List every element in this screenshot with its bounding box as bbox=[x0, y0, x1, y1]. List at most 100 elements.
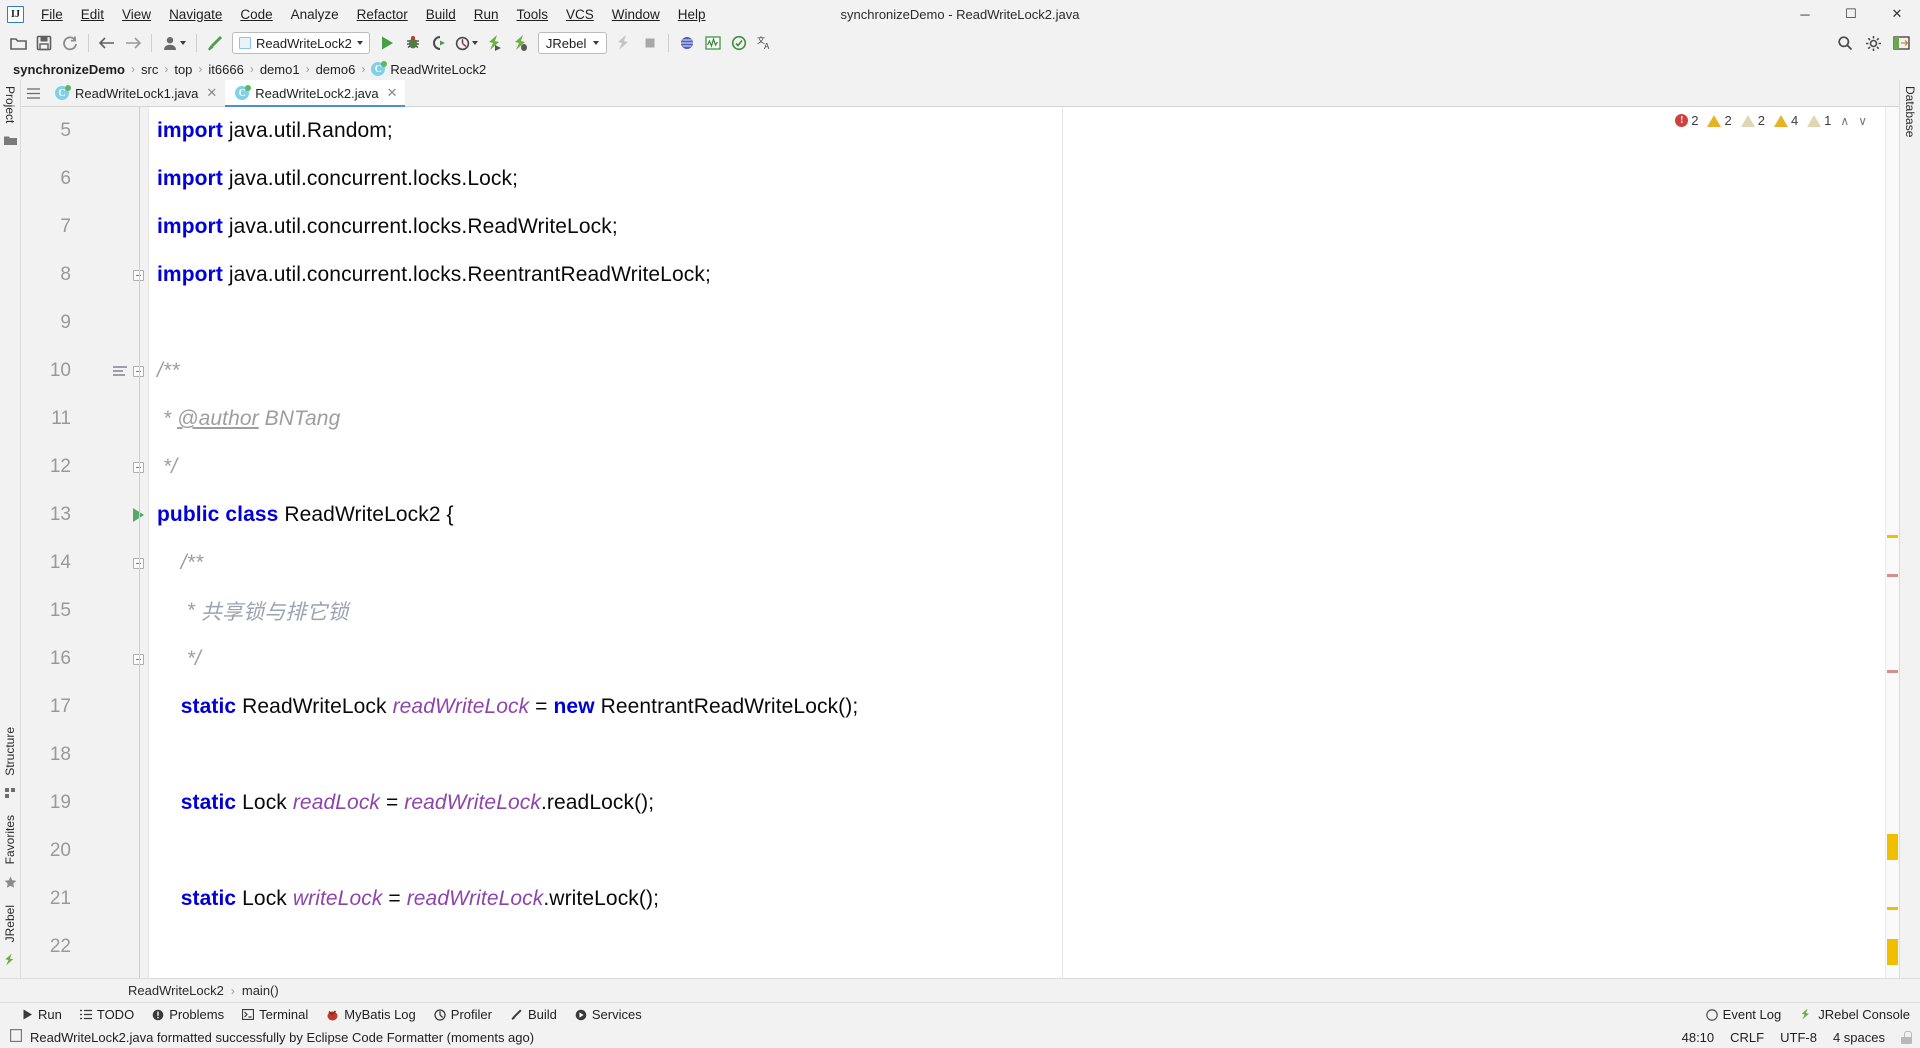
breadcrumb-it6666[interactable]: it6666 bbox=[203, 62, 248, 77]
close-icon[interactable]: ✕ bbox=[387, 85, 398, 101]
editor-gutter[interactable]: 5 6 7 8 9 10 11 12 13 14 15 16 17 18 19 20 21 22 bbox=[21, 107, 149, 978]
sidebar-item-database[interactable]: Database bbox=[1900, 80, 1920, 143]
previous-problem-icon[interactable]: ∧ bbox=[1840, 114, 1849, 128]
menu-code[interactable]: Code bbox=[231, 3, 281, 26]
next-problem-icon[interactable]: ∨ bbox=[1858, 114, 1867, 128]
breadcrumb-class-name[interactable]: ReadWriteLock2 bbox=[128, 983, 224, 998]
breadcrumb-top[interactable]: top bbox=[169, 62, 197, 77]
error-stripe-mark[interactable] bbox=[1887, 907, 1898, 910]
gutter-line[interactable]: 17 bbox=[21, 683, 148, 731]
menu-edit[interactable]: Edit bbox=[72, 3, 113, 26]
minimize-button[interactable]: ─ bbox=[1782, 0, 1828, 28]
tool-window-run[interactable]: Run bbox=[22, 1007, 62, 1022]
code-line[interactable]: * 共享锁与排它锁 bbox=[149, 587, 1899, 635]
menu-build[interactable]: Build bbox=[417, 3, 465, 26]
gutter-line[interactable]: 21 bbox=[21, 875, 148, 923]
gutter-line[interactable]: 9 bbox=[21, 299, 148, 347]
gutter-line[interactable]: 6 bbox=[21, 155, 148, 203]
maximize-button[interactable]: ☐ bbox=[1828, 0, 1874, 28]
tool-window-services[interactable]: Services bbox=[575, 1007, 642, 1022]
profiler-chart-icon[interactable] bbox=[700, 31, 726, 55]
run-icon[interactable] bbox=[374, 31, 400, 55]
sidebar-item-project[interactable]: Project bbox=[0, 80, 20, 129]
code-line[interactable]: /** bbox=[149, 347, 1899, 395]
search-everywhere-icon[interactable] bbox=[1832, 31, 1858, 55]
menu-refactor[interactable]: Refactor bbox=[348, 3, 417, 26]
tool-window-jrebel-console[interactable]: JRebel Console bbox=[1799, 1007, 1910, 1022]
breadcrumb-class[interactable]: C ReadWriteLock2 bbox=[366, 61, 491, 77]
code-line[interactable]: import java.util.concurrent.locks.ReadWr… bbox=[149, 203, 1899, 251]
breadcrumb-demo6[interactable]: demo6 bbox=[311, 62, 361, 77]
sync-icon[interactable] bbox=[57, 31, 83, 55]
code-line[interactable] bbox=[149, 299, 1899, 347]
tool-window-profiler[interactable]: Profiler bbox=[434, 1007, 492, 1022]
menu-window[interactable]: Window bbox=[603, 3, 669, 26]
menu-tools[interactable]: Tools bbox=[508, 3, 558, 26]
code-line[interactable]: static Lock readLock = readWriteLock .rea… bbox=[149, 779, 1899, 827]
tool-window-terminal[interactable]: Terminal bbox=[242, 1007, 308, 1022]
gutter-line[interactable]: 7 bbox=[21, 203, 148, 251]
sidebar-item-jrebel[interactable]: JRebel bbox=[0, 899, 20, 948]
code-line[interactable]: public class ReadWriteLock2 { bbox=[149, 491, 1899, 539]
attach-icon[interactable] bbox=[611, 31, 637, 55]
gutter-line[interactable]: 15 bbox=[21, 587, 148, 635]
error-stripe-mark[interactable] bbox=[1887, 939, 1898, 965]
stretch-layout-icon[interactable] bbox=[1888, 31, 1914, 55]
code-line[interactable]: */ bbox=[149, 443, 1899, 491]
tool-window-todo[interactable]: TODO bbox=[79, 1007, 134, 1022]
tabs-overflow-icon[interactable] bbox=[21, 80, 45, 106]
menu-analyze[interactable]: Analyze bbox=[282, 3, 348, 26]
gutter-line[interactable]: 14 bbox=[21, 539, 148, 587]
code-line[interactable]: static ReadWriteLock readWriteLock = new… bbox=[149, 683, 1899, 731]
stop-icon[interactable] bbox=[637, 31, 663, 55]
jrebel-run-icon[interactable] bbox=[482, 31, 508, 55]
tool-window-event-log[interactable]: Event Log bbox=[1705, 1007, 1781, 1022]
file-encoding[interactable]: UTF-8 bbox=[1780, 1030, 1817, 1045]
forward-arrow-icon[interactable] bbox=[120, 31, 146, 55]
menu-view[interactable]: View bbox=[113, 3, 160, 26]
code-line[interactable] bbox=[149, 923, 1899, 971]
gutter-line[interactable]: 5 bbox=[21, 107, 148, 155]
debug-icon[interactable] bbox=[400, 31, 426, 55]
error-stripe-scrollbar[interactable] bbox=[1885, 107, 1899, 978]
code-line[interactable] bbox=[149, 827, 1899, 875]
run-configuration-selector[interactable]: ReadWriteLock2 bbox=[232, 32, 370, 54]
lock-icon[interactable] bbox=[1901, 1030, 1912, 1044]
tool-window-problems[interactable]: Problems bbox=[152, 1007, 224, 1022]
settings-gear-icon[interactable] bbox=[1860, 31, 1886, 55]
gutter-line[interactable]: 20 bbox=[21, 827, 148, 875]
tool-window-mybatis-log[interactable]: MyBatis Log bbox=[326, 1007, 416, 1022]
build-hammer-icon[interactable] bbox=[202, 31, 228, 55]
code-line[interactable]: import java.util.Random; bbox=[149, 107, 1899, 155]
inspection-icon[interactable] bbox=[726, 31, 752, 55]
gutter-line[interactable]: 18 bbox=[21, 731, 148, 779]
inspection-widget[interactable]: ! 2 2 2 4 1 ∧ ∨ bbox=[1675, 113, 1867, 128]
code-line[interactable]: import java.util.concurrent.locks.Lock; bbox=[149, 155, 1899, 203]
sidebar-item-favorites[interactable]: Favorites bbox=[0, 809, 20, 870]
gutter-line[interactable]: 19 bbox=[21, 779, 148, 827]
inspection-errors[interactable]: ! 2 bbox=[1675, 113, 1698, 128]
error-stripe-mark[interactable] bbox=[1887, 535, 1898, 538]
user-icon[interactable] bbox=[157, 31, 191, 55]
gutter-line[interactable]: 11 bbox=[21, 395, 148, 443]
breadcrumb-demo1[interactable]: demo1 bbox=[255, 62, 305, 77]
gutter-line[interactable]: 22 bbox=[21, 923, 148, 971]
save-all-icon[interactable] bbox=[31, 31, 57, 55]
inspection-warnings-2[interactable]: 4 bbox=[1773, 113, 1798, 128]
inspection-warnings[interactable]: 2 bbox=[1707, 113, 1732, 128]
close-icon[interactable]: ✕ bbox=[206, 85, 217, 101]
profile-icon[interactable] bbox=[452, 31, 482, 55]
indent-setting[interactable]: 4 spaces bbox=[1833, 1030, 1885, 1045]
sidebar-item-structure[interactable]: Structure bbox=[0, 721, 20, 782]
breadcrumb-project[interactable]: synchronizeDemo bbox=[8, 62, 130, 77]
gutter-line[interactable]: 12 bbox=[21, 443, 148, 491]
line-separator[interactable]: CRLF bbox=[1730, 1030, 1764, 1045]
code-line[interactable]: static Lock writeLock = readWriteLock .wr… bbox=[149, 875, 1899, 923]
close-button[interactable]: ✕ bbox=[1874, 0, 1920, 28]
menu-vcs[interactable]: VCS bbox=[557, 3, 603, 26]
tool-window-build[interactable]: Build bbox=[510, 1007, 557, 1022]
database-sync-icon[interactable] bbox=[674, 31, 700, 55]
open-folder-icon[interactable] bbox=[5, 31, 31, 55]
breadcrumb-method-name[interactable]: main() bbox=[242, 983, 279, 998]
error-stripe-mark[interactable] bbox=[1887, 670, 1898, 673]
